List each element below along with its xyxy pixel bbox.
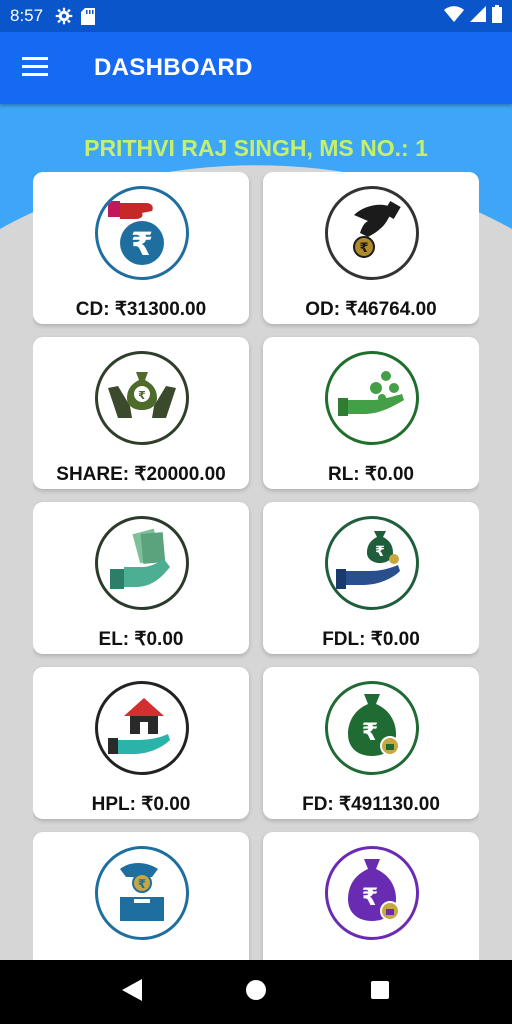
card-label: HPL: ₹0.00 <box>91 794 191 815</box>
svg-text:₹: ₹ <box>362 718 379 746</box>
sd-card-icon <box>81 7 96 25</box>
back-button[interactable] <box>112 972 152 1012</box>
svg-text:₹: ₹ <box>131 225 153 263</box>
locked-money-bag-purple-icon: ₹ <box>325 846 419 940</box>
back-triangle-icon <box>122 978 142 1006</box>
card-label: RL: ₹0.00 <box>327 464 414 485</box>
savings-card[interactable]: ₹ <box>263 832 479 960</box>
cd-card[interactable]: ₹ CD: ₹31300.00 <box>33 172 249 324</box>
wifi-icon <box>444 5 464 27</box>
hand-with-cash-icon <box>95 516 189 610</box>
status-time: 8:57 <box>10 6 44 25</box>
svg-text:₹: ₹ <box>138 877 146 891</box>
locked-money-bag-green-icon: ₹ <box>325 681 419 775</box>
card-label: FDL: ₹0.00 <box>322 629 420 650</box>
share-card[interactable]: ₹ SHARE: ₹20000.00 <box>33 337 249 489</box>
system-nav-bar <box>0 960 512 1024</box>
hand-holding-house-icon <box>95 681 189 775</box>
status-bar: 8:57 <box>0 0 512 32</box>
app-bar: DASHBOARD <box>0 32 512 104</box>
svg-text:₹: ₹ <box>138 389 146 402</box>
hand-with-locked-money-bag-icon: ₹ <box>325 516 419 610</box>
settings-icon <box>55 7 73 25</box>
hand-holding-coin-icon: ₹ <box>325 186 419 280</box>
hand-depositing-coin-icon: ₹ <box>95 846 189 940</box>
recents-square-icon <box>371 980 389 1004</box>
svg-text:₹: ₹ <box>359 241 368 256</box>
svg-text:₹: ₹ <box>375 544 385 560</box>
card-label: EL: ₹0.00 <box>98 629 184 650</box>
card-label: OD: ₹46764.00 <box>305 299 437 320</box>
dashboard-grid: ₹ CD: ₹31300.00 ₹ OD: ₹46764.00 ₹ SHARE:… <box>33 172 479 960</box>
home-button[interactable] <box>236 972 276 1012</box>
fdl-card[interactable]: ₹ FDL: ₹0.00 <box>263 502 479 654</box>
deposit-card[interactable]: ₹ <box>33 832 249 960</box>
hamburger-menu-icon <box>22 56 48 81</box>
recents-button[interactable] <box>360 972 400 1012</box>
hpl-card[interactable]: HPL: ₹0.00 <box>33 667 249 819</box>
home-circle-icon <box>246 979 266 1005</box>
hands-holding-money-bag-icon: ₹ <box>95 351 189 445</box>
user-welcome-text: PRITHVI RAJ SINGH, MS NO.: 1 <box>84 135 428 161</box>
svg-text:₹: ₹ <box>362 883 379 911</box>
page-title: DASHBOARD <box>94 54 253 81</box>
signal-icon <box>470 5 486 27</box>
battery-icon <box>492 4 502 28</box>
hand-giving-rupee-icon: ₹ <box>95 186 189 280</box>
el-card[interactable]: EL: ₹0.00 <box>33 502 249 654</box>
rl-card[interactable]: RL: ₹0.00 <box>263 337 479 489</box>
od-card[interactable]: ₹ OD: ₹46764.00 <box>263 172 479 324</box>
menu-button[interactable] <box>0 32 70 104</box>
hand-receiving-coins-icon <box>325 351 419 445</box>
fd-card[interactable]: ₹ FD: ₹491130.00 <box>263 667 479 819</box>
card-label: CD: ₹31300.00 <box>75 299 207 320</box>
card-label: SHARE: ₹20000.00 <box>56 464 226 485</box>
card-label: FD: ₹491130.00 <box>302 794 440 815</box>
